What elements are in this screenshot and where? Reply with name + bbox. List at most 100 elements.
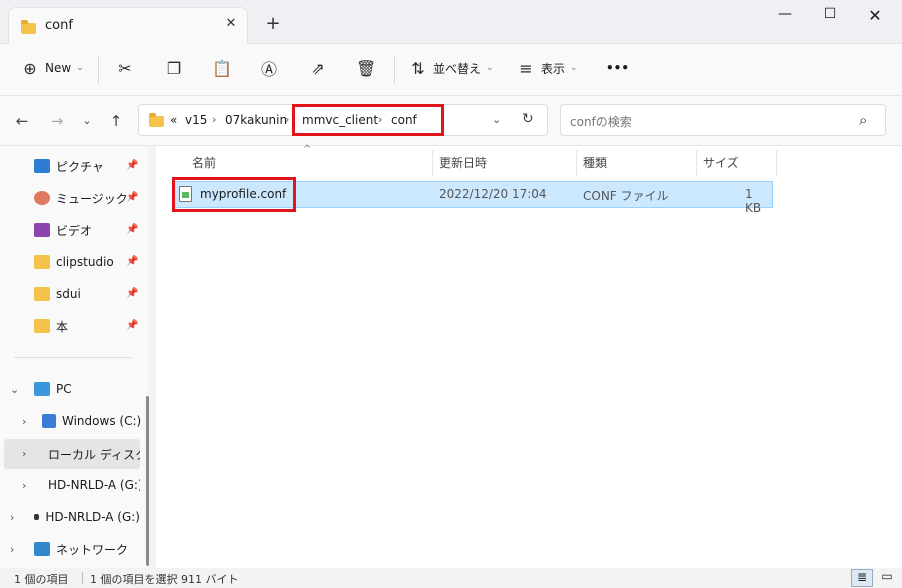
column-divider [776,150,777,176]
navigation-pane: ピクチャ 📌 ミュージック 📌 ビデオ 📌 clipstudio 📌 sdui … [0,146,148,568]
cut-button[interactable]: ✂ [115,55,135,81]
details-view-icon[interactable]: ≣ [851,569,873,587]
rename-button[interactable]: Ⓐ [259,55,279,81]
breadcrumb-07kakunin[interactable]: 07kakunin [225,113,287,127]
folder-icon [21,20,36,34]
close-window-button[interactable]: ✕ [860,6,890,28]
sidebar-item-label: 本 [56,319,69,334]
breadcrumb-overflow[interactable]: « [170,113,177,127]
maximize-button[interactable]: ☐ [815,6,845,28]
sidebar-item-label: clipstudio [56,255,114,269]
sidebar-item-label: ビデオ [56,223,93,238]
title-bar: conf ✕ + — ☐ ✕ [0,0,902,44]
command-bar: ⊕ New ⌄ ✂ ❐ 📋 Ⓐ ⇗ 🗑 ⇅ 並べ替え ⌄ ≡ 表示 ⌄ ••• [0,44,902,96]
sidebar-item-pc[interactable]: PC [34,375,144,403]
file-size: 1 KB [745,187,762,215]
sidebar-item-label: HD-NRLD-A (G:) [48,478,140,492]
videos-icon [34,223,50,237]
status-divider [82,572,83,584]
folder-icon [34,255,50,269]
search-icon[interactable]: ⌕ [859,111,867,129]
file-type: CONF ファイル [583,189,669,203]
sort-button[interactable]: ⇅ 並べ替え ⌄ [408,55,494,81]
column-divider [432,150,433,176]
copy-icon: ❐ [166,58,182,78]
more-options-button[interactable]: ••• [606,55,629,81]
breadcrumb-v15[interactable]: v15 [185,113,207,127]
sidebar-item-label: Windows (C:) [62,414,142,428]
chevron-down-icon: ⌄ [570,63,578,73]
chevron-right-icon[interactable]: › [22,447,26,460]
search-box[interactable]: confの検索 ⌕ [560,104,886,136]
sidebar-item-local-disk[interactable]: ローカル ディスク [42,440,140,468]
refresh-icon[interactable]: ↻ [522,111,534,127]
copy-button[interactable]: ❐ [164,55,184,81]
view-button-label: 表示 [541,61,566,76]
address-history-chevron-icon[interactable]: ⌄ [492,113,501,126]
sidebar-item-label: HD-NRLD-A (G:) [45,510,140,524]
view-icon: ≡ [519,58,533,78]
view-button[interactable]: ≡ 表示 ⌄ [516,55,578,81]
plus-circle-icon: ⊕ [23,58,37,78]
tab-close-icon[interactable]: ✕ [221,16,241,31]
sidebar-item-label: ローカル ディスク [48,447,140,462]
new-button-label: New [45,61,72,75]
chevron-right-icon[interactable]: › [10,543,14,556]
chevron-right-icon[interactable]: › [10,511,14,524]
column-header-type[interactable]: 種類 [583,154,607,171]
chevron-down-icon[interactable]: ⌄ [10,383,19,396]
paste-icon: 📋 [212,58,232,78]
file-list: ^ 名前 更新日時 種類 サイズ myprofile.conf 2022/12/… [156,144,902,568]
windows-drive-icon [42,414,56,428]
search-placeholder: confの検索 [570,115,632,129]
folder-icon [34,319,50,333]
highlight-box-path [292,104,444,136]
sidebar-item-windows-c[interactable]: Windows (C:) [42,407,142,435]
new-button[interactable]: ⊕ New ⌄ [20,55,84,81]
share-button[interactable]: ⇗ [308,55,328,81]
music-icon [34,191,50,205]
chevron-right-icon[interactable]: › [22,479,26,492]
back-arrow-icon[interactable]: ← [12,112,32,130]
external-drive-icon [34,514,40,520]
pin-icon: 📌 [126,192,139,203]
chevron-down-icon: ⌄ [76,63,84,73]
chevron-right-icon[interactable]: › [22,415,26,428]
up-arrow-icon[interactable]: ↑ [106,112,126,130]
cut-icon: ✂ [118,58,132,78]
minimize-button[interactable]: — [770,6,800,28]
tiles-view-icon[interactable]: ▭ [876,569,898,587]
sidebar-item-hd-nrld-1[interactable]: HD-NRLD-A (G:) [42,471,140,499]
chevron-down-icon: ⌄ [486,63,494,73]
pin-icon: 📌 [126,288,139,299]
toolbar-divider [98,56,99,84]
tab-title: conf [45,18,73,33]
toolbar-divider [394,56,395,84]
chevron-right-icon: › [285,113,290,126]
pin-icon: 📌 [126,224,139,235]
pc-icon [34,382,50,396]
item-count: 1 個の項目 [14,573,69,586]
paste-button[interactable]: 📋 [212,55,232,81]
folder-icon [34,287,50,301]
sidebar-item-label: PC [56,382,72,396]
sidebar-item-hd-nrld-2[interactable]: HD-NRLD-A (G:) [34,503,140,531]
forward-arrow-icon[interactable]: → [47,112,67,130]
network-icon [34,542,50,556]
column-header-size[interactable]: サイズ [703,154,739,171]
column-header-modified[interactable]: 更新日時 [439,154,487,171]
sidebar-item-label: ピクチャ [56,159,104,174]
column-header-name[interactable]: 名前 [192,154,216,171]
file-modified: 2022/12/20 17:04 [439,187,547,201]
highlight-box-file [172,177,296,212]
sidebar-scrollbar[interactable] [146,396,149,566]
pin-icon: 📌 [126,320,139,331]
address-row: ← → ⌄ ↑ « v15 › 07kakunin › mmvc_client … [0,96,902,146]
recent-locations-chevron-icon[interactable]: ⌄ [77,114,97,127]
tab-conf[interactable]: conf ✕ [8,7,248,44]
delete-button[interactable]: 🗑 [356,55,376,81]
chevron-right-icon: › [212,113,217,126]
new-tab-button[interactable]: + [262,13,284,34]
sort-icon: ⇅ [411,58,425,78]
sidebar-item-network[interactable]: ネットワーク [34,535,140,563]
